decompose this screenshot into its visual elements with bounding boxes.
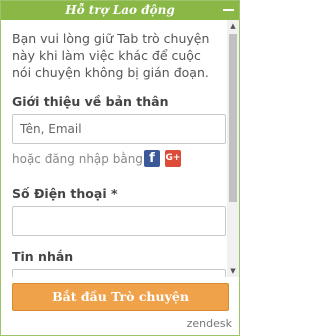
scroll-down-icon[interactable]: ▼ (227, 265, 239, 277)
about-label: Giới thiệu về bản thân (12, 94, 169, 109)
chat-form: Bạn vui lòng giữ Tab trò chuyện này khi … (1, 20, 227, 277)
phone-input[interactable] (12, 206, 226, 236)
start-chat-button[interactable]: Bắt đầu Trò chuyện (12, 283, 229, 311)
message-textarea[interactable] (12, 269, 226, 277)
chat-header[interactable]: Hỗ trợ Lao động (1, 1, 239, 20)
scroll-up-icon[interactable]: ▲ (227, 20, 239, 32)
login-prompt: hoặc đăng nhập bằng (12, 152, 143, 166)
minimize-icon[interactable] (223, 9, 234, 11)
chat-footer: Bắt đầu Trò chuyện zendesk (1, 277, 239, 335)
intro-text: Bạn vui lòng giữ Tab trò chuyện này khi … (12, 31, 210, 80)
scrollbar-thumb[interactable] (229, 34, 237, 202)
name-email-input[interactable] (12, 114, 226, 144)
chat-widget: Hỗ trợ Lao động Bạn vui lòng giữ Tab trò… (0, 0, 240, 336)
scrollbar[interactable]: ▲ ▼ (227, 20, 239, 277)
facebook-icon[interactable]: f (144, 150, 160, 167)
google-plus-icon[interactable]: G+ (165, 150, 181, 167)
chat-title: Hỗ trợ Lao động (65, 3, 175, 17)
zendesk-logo[interactable]: zendesk (187, 317, 232, 330)
message-label: Tin nhắn (12, 249, 74, 264)
phone-label: Số Điện thoại * (12, 186, 118, 201)
